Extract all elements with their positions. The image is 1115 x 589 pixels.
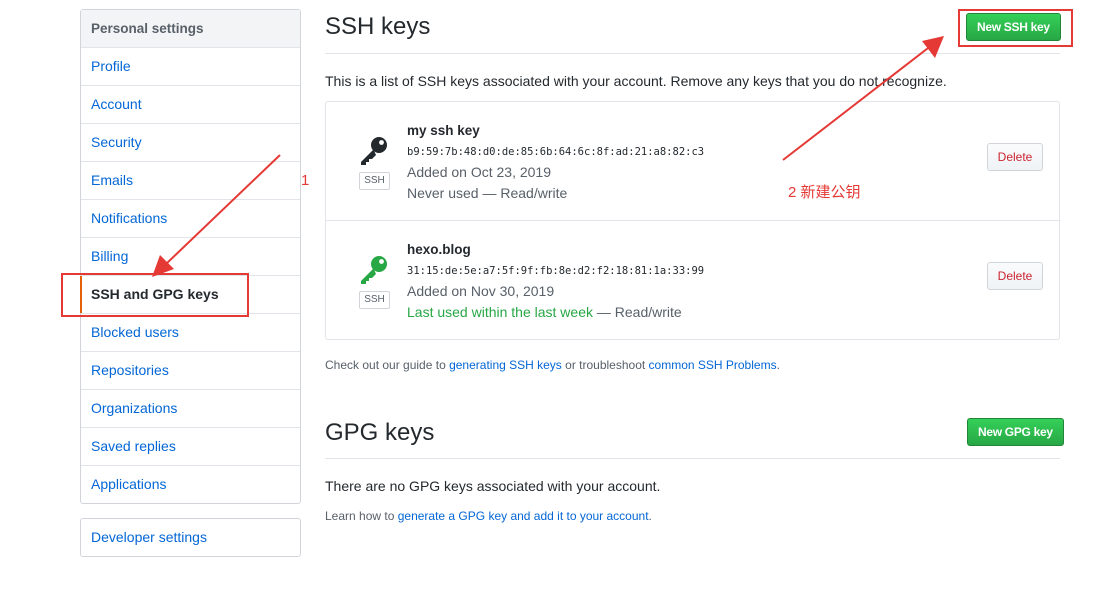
annotation-arrow-2 [782,36,944,161]
annotation-arrow-1 [152,154,281,277]
annotation-arrows [152,36,944,277]
